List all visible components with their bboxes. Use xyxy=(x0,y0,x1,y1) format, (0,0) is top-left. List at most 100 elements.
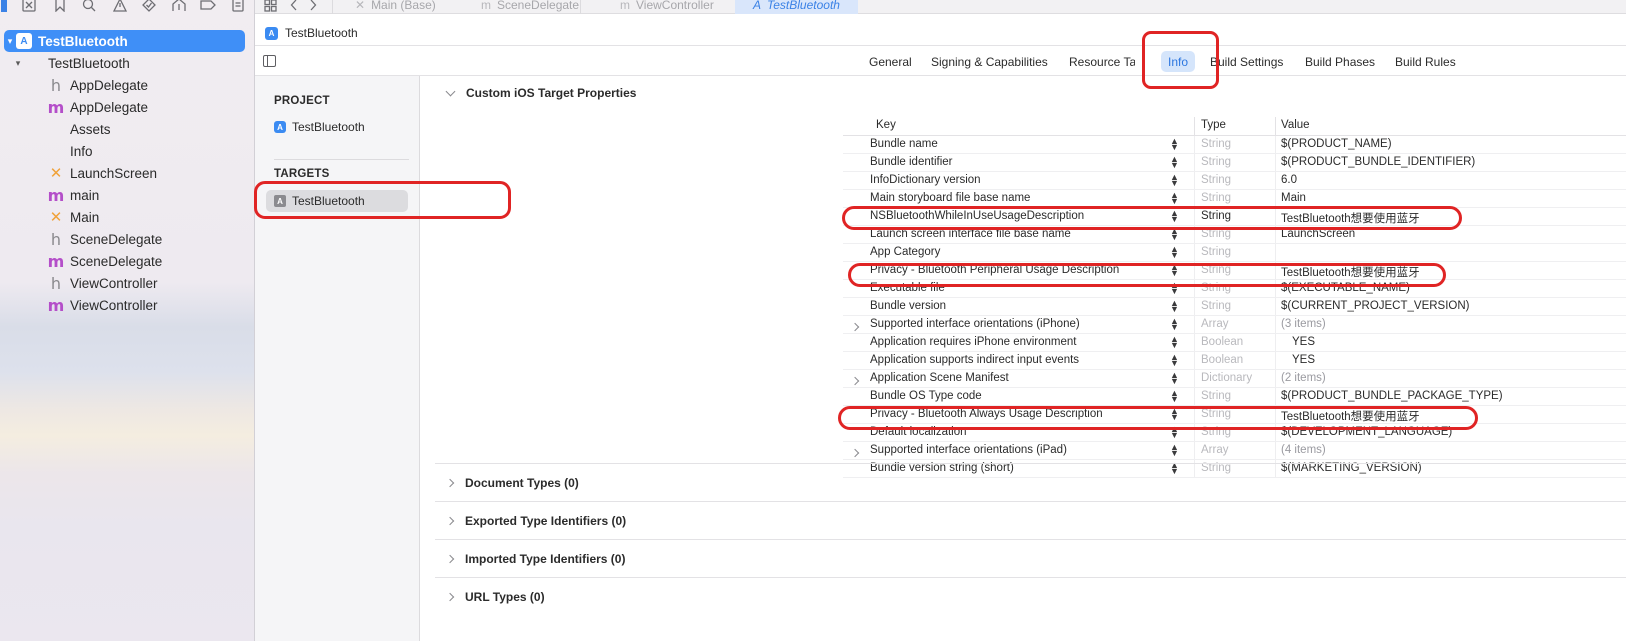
table-row[interactable]: Application Scene Manifest ▲ ▼ Dictionary (2… xyxy=(843,370,1626,388)
table-row[interactable]: Bundle identifier ▲ ▼ String $(PRODUCT_BUNDL… xyxy=(843,154,1626,172)
custom-properties-header[interactable]: Custom iOS Target Properties xyxy=(445,86,636,100)
find-icon[interactable] xyxy=(81,0,97,13)
table-row[interactable]: Launch screen interface file base name ▲ ▼… xyxy=(843,226,1626,244)
column-header-value[interactable]: Value xyxy=(1281,119,1310,131)
key-stepper-icon[interactable]: ▲ ▼ xyxy=(1170,407,1179,422)
key-stepper-icon[interactable]: ▲ ▼ xyxy=(1170,263,1179,278)
table-row[interactable]: NSBluetoothWhileInUseUsageDescription ▲ ▼ S… xyxy=(843,208,1626,226)
editor-tab-testbluetooth[interactable]: A TestBluetooth xyxy=(735,0,858,14)
key-stepper-icon[interactable]: ▲ ▼ xyxy=(1170,281,1179,296)
test-icon[interactable] xyxy=(141,0,157,13)
column-header-key[interactable]: Key xyxy=(876,119,896,131)
plist-value[interactable]: TestBluetooth想要使用蓝牙 xyxy=(1281,408,1420,424)
plist-value[interactable]: $(EXECUTABLE_NAME) xyxy=(1281,282,1410,294)
section-imported-type-identifiers[interactable]: Imported Type Identifiers (0) xyxy=(435,539,1626,577)
plist-type[interactable]: Array xyxy=(1201,318,1228,330)
plist-key[interactable]: Launch screen interface file base name xyxy=(870,228,1071,240)
project-navigator-icon[interactable] xyxy=(0,0,8,13)
plist-value[interactable]: (4 items) xyxy=(1281,444,1326,456)
plist-type[interactable]: Dictionary xyxy=(1201,372,1252,384)
sidebar-item-info[interactable]: Info xyxy=(0,140,254,162)
table-row[interactable]: InfoDictionary version ▲ ▼ String 6.0 xyxy=(843,172,1626,190)
plist-value[interactable]: TestBluetooth想要使用蓝牙 xyxy=(1281,210,1420,226)
sidebar-item-main[interactable]: m main xyxy=(0,184,254,206)
key-stepper-icon[interactable]: ▲ ▼ xyxy=(1170,443,1179,458)
plist-type[interactable]: String xyxy=(1201,174,1231,186)
plist-key[interactable]: App Category xyxy=(870,246,940,258)
plist-key[interactable]: Application supports indirect input even… xyxy=(870,354,1079,366)
chevron-right-icon[interactable] xyxy=(850,321,860,333)
sidebar-item-viewcontroller[interactable]: m ViewController xyxy=(0,294,254,316)
plist-key[interactable]: Supported interface orientations (iPad) xyxy=(870,444,1067,456)
table-row[interactable]: Privacy - Bluetooth Peripheral Usage Des… xyxy=(843,262,1626,280)
editor-tab-main-base[interactable]: ✕ Main (Base) xyxy=(355,0,436,14)
key-stepper-icon[interactable]: ▲ ▼ xyxy=(1170,245,1179,260)
section-url-types[interactable]: URL Types (0) xyxy=(435,577,1626,615)
plist-value[interactable]: $(CURRENT_PROJECT_VERSION) xyxy=(1281,300,1470,312)
plist-value[interactable]: $(PRODUCT_NAME) xyxy=(1281,138,1392,150)
table-row[interactable]: Supported interface orientations (iPad) ▲… xyxy=(843,442,1626,460)
plist-type[interactable]: String xyxy=(1201,300,1231,312)
chevron-right-icon[interactable] xyxy=(850,447,860,459)
plist-key[interactable]: Executable file xyxy=(870,282,945,294)
forward-chevron-icon[interactable] xyxy=(307,0,319,13)
tab-build-phases[interactable]: Build Phases xyxy=(1305,51,1375,72)
plist-value[interactable]: (3 items) xyxy=(1281,318,1326,330)
plist-key[interactable]: Bundle identifier xyxy=(870,156,952,168)
grid-icon[interactable] xyxy=(263,0,277,13)
plist-key[interactable]: NSBluetoothWhileInUseUsageDescription xyxy=(870,210,1084,222)
plist-type[interactable]: String xyxy=(1201,138,1231,150)
plist-type[interactable]: Array xyxy=(1201,444,1228,456)
table-row[interactable]: Application supports indirect input even… xyxy=(843,352,1626,370)
key-stepper-icon[interactable]: ▲ ▼ xyxy=(1170,389,1179,404)
table-row[interactable]: Supported interface orientations (iPhone… xyxy=(843,316,1626,334)
plist-value[interactable]: $(PRODUCT_BUNDLE_IDENTIFIER) xyxy=(1281,156,1475,168)
plist-value[interactable]: YES xyxy=(1292,336,1315,348)
plist-value[interactable]: $(PRODUCT_BUNDLE_PACKAGE_TYPE) xyxy=(1281,390,1503,402)
sidebar-item-testbluetooth[interactable]: ▾ TestBluetooth xyxy=(0,52,254,74)
plist-value[interactable]: LaunchScreen xyxy=(1281,228,1355,240)
plist-key[interactable]: Supported interface orientations (iPhone… xyxy=(870,318,1080,330)
key-stepper-icon[interactable]: ▲ ▼ xyxy=(1170,173,1179,188)
table-row[interactable]: Bundle OS Type code ▲ ▼ String $(PRODUCT_BUN… xyxy=(843,388,1626,406)
table-row[interactable]: Main storyboard file base name ▲ ▼ String Ma… xyxy=(843,190,1626,208)
tab-build-settings[interactable]: Build Settings xyxy=(1210,51,1283,72)
disclosure-chevron-icon[interactable]: ▾ xyxy=(4,36,16,47)
tab-info[interactable]: Info xyxy=(1161,51,1196,72)
target-item[interactable]: A TestBluetooth xyxy=(266,190,408,212)
plist-key[interactable]: Application requires iPhone environment xyxy=(870,336,1076,348)
editor-tab-viewcontroller[interactable]: m ViewController xyxy=(620,0,714,14)
table-row[interactable]: Bundle name ▲ ▼ String $(PRODUCT_NAME) xyxy=(843,136,1626,154)
plist-type[interactable]: String xyxy=(1201,264,1231,276)
plist-value[interactable]: Main xyxy=(1281,192,1306,204)
plist-value[interactable]: TestBluetooth想要使用蓝牙 xyxy=(1281,264,1420,280)
plist-key[interactable]: Bundle name xyxy=(870,138,938,150)
chevron-right-icon[interactable] xyxy=(850,375,860,387)
table-row[interactable]: Executable file ▲ ▼ String $(EXECUTABLE_NAME… xyxy=(843,280,1626,298)
plist-type[interactable]: String xyxy=(1201,390,1231,402)
sidebar-item-appdelegate[interactable]: m AppDelegate xyxy=(0,96,254,118)
key-stepper-icon[interactable]: ▲ ▼ xyxy=(1170,425,1179,440)
plist-key[interactable]: Privacy - Bluetooth Peripheral Usage Des… xyxy=(870,264,1119,276)
section-exported-type-identifiers[interactable]: Exported Type Identifiers (0) xyxy=(435,501,1626,539)
key-stepper-icon[interactable]: ▲ ▼ xyxy=(1170,353,1179,368)
plist-value[interactable]: YES xyxy=(1292,354,1315,366)
tab-build-rules[interactable]: Build Rules xyxy=(1395,51,1456,72)
table-row[interactable]: Privacy - Bluetooth Always Usage Descrip… xyxy=(843,406,1626,424)
plist-type[interactable]: String xyxy=(1201,156,1231,168)
plist-key[interactable]: InfoDictionary version xyxy=(870,174,981,186)
sidebar-item-testbluetooth[interactable]: ▾ A TestBluetooth xyxy=(4,30,245,52)
section-document-types[interactable]: Document Types (0) xyxy=(435,463,1626,501)
plist-type[interactable]: Boolean xyxy=(1201,354,1243,366)
plist-key[interactable]: Main storyboard file base name xyxy=(870,192,1030,204)
sidebar-item-viewcontroller[interactable]: h ViewController xyxy=(0,272,254,294)
key-stepper-icon[interactable]: ▲ ▼ xyxy=(1170,191,1179,206)
tab-signing-capabilities[interactable]: Signing & Capabilities xyxy=(931,51,1048,72)
key-stepper-icon[interactable]: ▲ ▼ xyxy=(1170,227,1179,242)
tab-general[interactable]: General xyxy=(869,51,912,72)
plist-type[interactable]: String xyxy=(1201,426,1231,438)
plist-value[interactable]: 6.0 xyxy=(1281,174,1297,186)
sidebar-item-scenedelegate[interactable]: m SceneDelegate xyxy=(0,250,254,272)
sidebar-item-scenedelegate[interactable]: h SceneDelegate xyxy=(0,228,254,250)
key-stepper-icon[interactable]: ▲ ▼ xyxy=(1170,371,1179,386)
